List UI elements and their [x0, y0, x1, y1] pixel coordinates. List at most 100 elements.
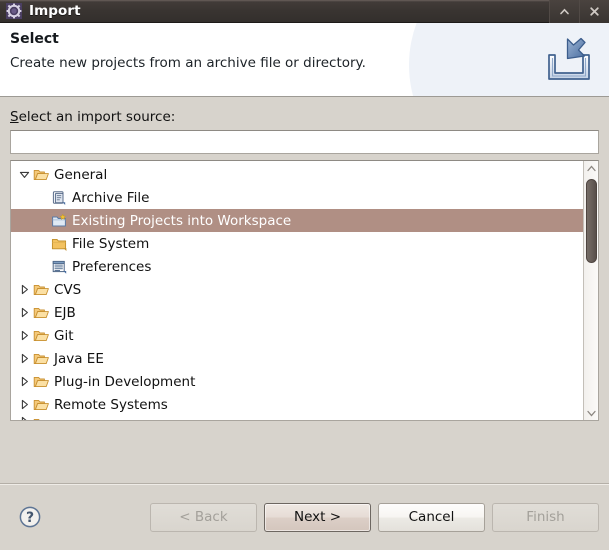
tree-expander[interactable]: [16, 353, 33, 364]
folder-open-icon: [33, 376, 49, 387]
tree-item-file-system[interactable]: File System: [11, 232, 583, 255]
tree-item-label: Preferences: [72, 258, 152, 275]
tree-vertical-scrollbar[interactable]: [583, 161, 598, 420]
close-button[interactable]: [579, 0, 609, 23]
page-title: Select: [10, 31, 59, 47]
archive-file-icon: [51, 190, 68, 206]
cancel-button[interactable]: Cancel: [378, 502, 485, 532]
project-import-icon: [52, 213, 67, 226]
preferences-icon: [52, 260, 67, 274]
help-button[interactable]: ?: [18, 505, 42, 529]
folder-open-icon: [33, 351, 50, 367]
folder-open-icon: [33, 330, 49, 341]
import-source-tree: General Archive File Existing Projects int…: [10, 160, 599, 421]
back-button-label: < Back: [179, 509, 228, 525]
tree-item-preferences[interactable]: Preferences: [11, 255, 583, 278]
tree-item-label: Remote Systems: [54, 396, 168, 413]
window-title: Import: [29, 3, 81, 19]
folder-open-icon: [33, 397, 50, 413]
project-import-icon: [51, 213, 68, 229]
tree-expander-collapsed-icon[interactable]: [19, 376, 30, 387]
tree-expander[interactable]: [16, 284, 33, 295]
archive-file-icon: [52, 190, 66, 205]
shade-button[interactable]: [549, 0, 579, 23]
folder-open-icon: [33, 169, 49, 180]
folder-open-icon: [33, 418, 40, 420]
dialog-buttons: < Back Next > Cancel Finish: [150, 502, 599, 532]
cancel-button-label: Cancel: [408, 509, 455, 525]
scroll-up-icon[interactable]: [584, 161, 598, 175]
folder-closed-icon: [51, 236, 68, 252]
tree-item-label: Existing Projects into Workspace: [72, 212, 292, 229]
title-bar: Import: [0, 0, 609, 23]
tree-item-label: Git: [54, 327, 74, 344]
tree-expander-collapsed-icon[interactable]: [19, 416, 30, 420]
help-icon: ?: [19, 506, 41, 528]
tree-expander[interactable]: [16, 399, 33, 410]
import-source-filter-input[interactable]: [10, 130, 599, 154]
chevron-up-icon: [560, 8, 569, 15]
tree-expander-collapsed-icon[interactable]: [19, 353, 30, 364]
next-button[interactable]: Next >: [264, 502, 371, 532]
wizard-banner: Select Create new projects from an archi…: [0, 23, 609, 97]
import-dialog: Import Select Create new projects from a…: [0, 0, 609, 550]
tree-item-remote-systems[interactable]: Remote Systems: [11, 393, 583, 416]
tree-expander[interactable]: [16, 416, 33, 420]
folder-open-icon: [33, 399, 49, 410]
folder-open-icon: [33, 307, 49, 318]
finish-button[interactable]: Finish: [492, 502, 599, 532]
tree-item-label: Plug-in Development: [54, 373, 196, 390]
eclipse-wizard-icon: [6, 3, 22, 19]
tree-expander[interactable]: [16, 330, 33, 341]
folder-open-icon: [33, 374, 50, 390]
import-source-label-mnemonic: S: [10, 109, 19, 125]
tree-item-plug-in-development[interactable]: Plug-in Development: [11, 370, 583, 393]
dialog-body: Select an import source: General Archive …: [0, 97, 609, 483]
close-icon: [590, 7, 599, 16]
folder-open-icon: [33, 284, 49, 295]
tree-item-general[interactable]: General: [11, 163, 583, 186]
svg-text:?: ?: [26, 510, 34, 526]
back-button[interactable]: < Back: [150, 502, 257, 532]
finish-button-label: Finish: [526, 509, 565, 525]
tree-item-archive-file[interactable]: Archive File: [11, 186, 583, 209]
scrollbar-thumb[interactable]: [586, 179, 597, 263]
preferences-icon: [51, 259, 68, 275]
dialog-footer: ? < Back Next > Cancel Finish: [0, 483, 609, 550]
folder-closed-icon: [51, 238, 67, 251]
next-button-label: Next >: [293, 509, 342, 525]
tree-item-cvs[interactable]: CVS: [11, 278, 583, 301]
tree-item-label: CVS: [54, 281, 82, 298]
folder-open-icon: [33, 167, 50, 183]
tree-item-label: File System: [72, 235, 150, 252]
scroll-down-icon[interactable]: [584, 406, 598, 420]
tree-item-label: General: [54, 166, 108, 183]
tree-expander[interactable]: [16, 307, 33, 318]
tree-item-label: Java EE: [54, 350, 104, 367]
tree-expander[interactable]: [16, 169, 33, 180]
tree-item-git[interactable]: Git: [11, 324, 583, 347]
page-description: Create new projects from an archive file…: [10, 55, 366, 71]
folder-open-icon: [33, 282, 50, 298]
tree-item-ejb[interactable]: EJB: [11, 301, 583, 324]
import-source-label: Select an import source:: [10, 109, 599, 125]
import-inbox-icon: [540, 35, 596, 85]
scrollbar-track[interactable]: [584, 175, 598, 406]
tree-expander-expanded-icon[interactable]: [19, 169, 30, 180]
window-controls: [549, 0, 609, 23]
tree-expander-collapsed-icon[interactable]: [19, 399, 30, 410]
tree-expander-collapsed-icon[interactable]: [19, 330, 30, 341]
tree-expander-collapsed-icon[interactable]: [19, 307, 30, 318]
folder-open-icon: [33, 416, 50, 420]
tree-rows: General Archive File Existing Projects int…: [11, 161, 583, 420]
tree-expander-collapsed-icon[interactable]: [19, 284, 30, 295]
tree-expander[interactable]: [16, 376, 33, 387]
tree-item-label: Archive File: [72, 189, 150, 206]
folder-open-icon: [33, 328, 50, 344]
tree-item-label: EJB: [54, 304, 76, 321]
tree-item-partial[interactable]: [11, 416, 583, 420]
folder-open-icon: [33, 305, 50, 321]
folder-open-icon: [33, 353, 49, 364]
tree-item-existing-projects-into-workspace[interactable]: Existing Projects into Workspace: [11, 209, 583, 232]
tree-item-java-ee[interactable]: Java EE: [11, 347, 583, 370]
